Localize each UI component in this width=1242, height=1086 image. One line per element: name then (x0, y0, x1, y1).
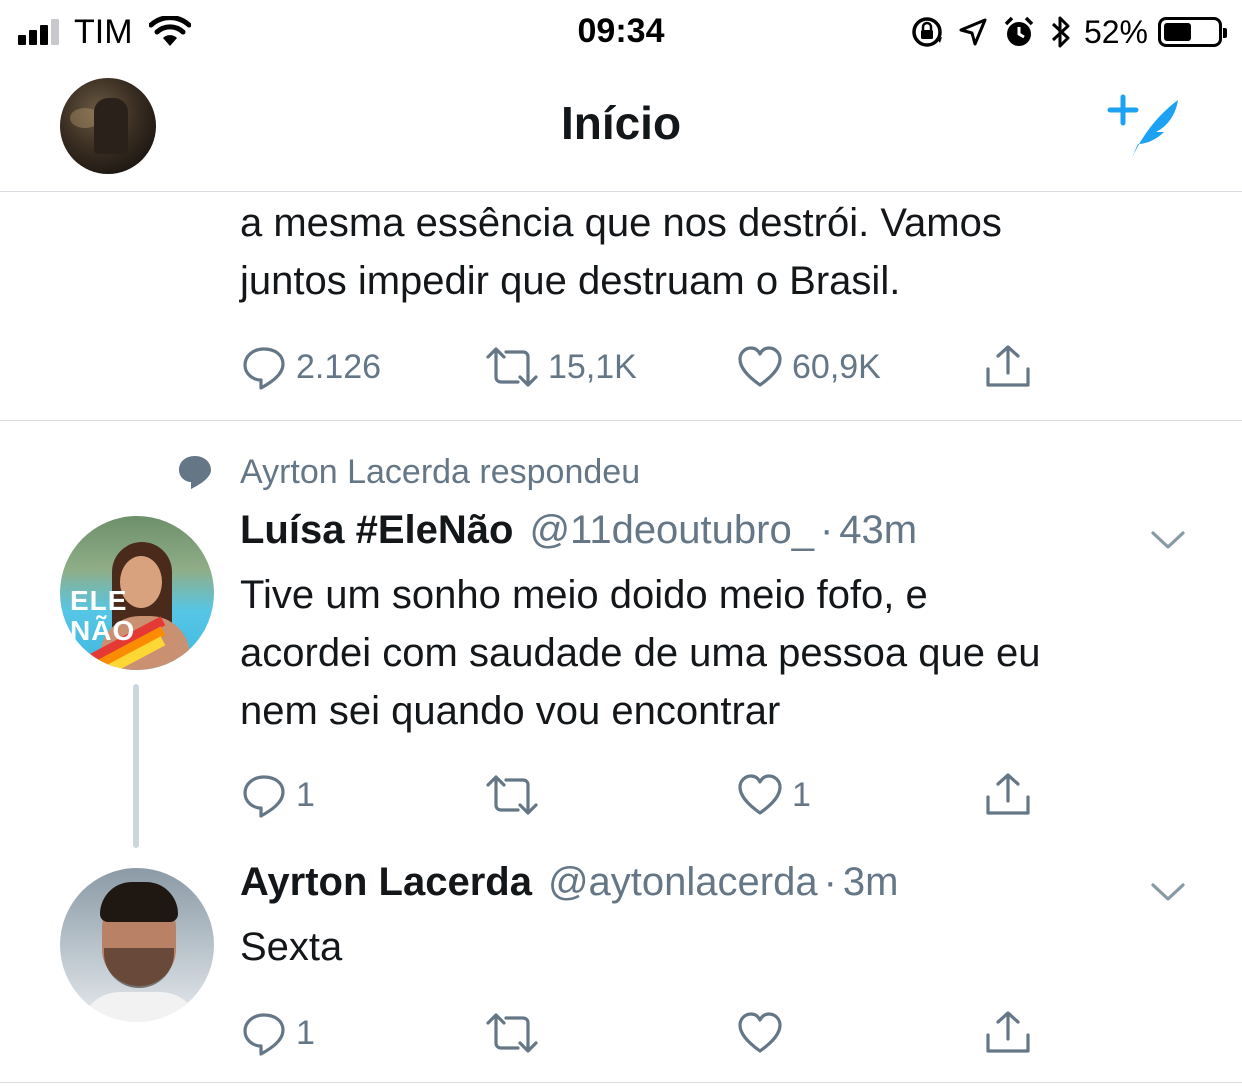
heart-icon (738, 1012, 782, 1053)
tweet-header: Luísa #EleNão @11deoutubro_ · 43m (240, 508, 917, 564)
battery-percent: 52% (1083, 13, 1148, 50)
chevron-down-icon[interactable] (1150, 528, 1186, 552)
tweet-line: Tive um sonho meio doido meio fofo, e (240, 573, 928, 617)
reply-icon (243, 347, 285, 390)
chevron-down-icon[interactable] (1150, 880, 1186, 904)
social-context[interactable]: Ayrton Lacerda respondeu (176, 448, 640, 496)
share-icon (986, 773, 1030, 815)
display-name[interactable]: Luísa #EleNão (240, 508, 513, 553)
battery-icon (1158, 17, 1227, 47)
timestamp: 43m (839, 508, 918, 552)
share-button[interactable] (984, 1008, 1032, 1058)
tweet-line: acordei com saudade de uma pessoa que eu (240, 631, 1041, 675)
social-context-text: Ayrton Lacerda respondeu (240, 452, 641, 491)
retweet-button[interactable] (484, 1008, 540, 1058)
tweet-text[interactable]: a mesma essência que nos destrói. Vamos … (240, 194, 1002, 310)
reply-count: 2.126 (296, 347, 382, 386)
tweet-line: juntos impedir que destruam o Brasil. (240, 259, 901, 303)
orientation-lock-icon (910, 15, 944, 49)
nav-bar: Início (0, 64, 1242, 192)
like-button[interactable] (736, 1008, 784, 1058)
share-icon (986, 345, 1030, 387)
avatar-badge: ELE NÃO (70, 586, 135, 646)
divider (0, 420, 1242, 421)
retweet-icon (486, 347, 538, 387)
display-name[interactable]: Ayrton Lacerda (240, 860, 532, 905)
separator-dot: · (823, 860, 837, 904)
avatar[interactable] (60, 868, 214, 1022)
tweet-actions: 1 1 (240, 770, 1040, 820)
tweet-actions: 2.126 15,1K 60,9K (240, 342, 1040, 392)
reply-button[interactable]: 1 (240, 770, 315, 820)
tweet-actions: 1 (240, 1008, 1040, 1058)
share-button[interactable] (984, 770, 1032, 820)
tweet-text[interactable]: Sexta (240, 918, 342, 976)
divider (0, 1082, 1242, 1083)
tweet-line: a mesma essência que nos destrói. Vamos (240, 201, 1002, 245)
reply-bubble-icon (179, 456, 211, 489)
status-right: 52% (896, 10, 1227, 54)
retweet-button[interactable] (484, 770, 540, 820)
timestamp: 3m (842, 860, 899, 904)
bluetooth-icon (1050, 14, 1072, 50)
thread-line (133, 684, 139, 848)
reply-count: 1 (296, 1013, 315, 1052)
tweet-line: Sexta (240, 925, 343, 969)
reply-icon (243, 775, 285, 818)
tweet-text[interactable]: Tive um sonho meio doido meio fofo, e ac… (240, 566, 1041, 740)
tweet-header: Ayrton Lacerda @aytonlacerda · 3m (240, 860, 899, 916)
battery-level (1164, 23, 1192, 41)
avatar[interactable]: ELE NÃO (60, 516, 214, 670)
reply-icon (243, 1013, 285, 1056)
status-bar: TIM 09:34 52% (0, 0, 1242, 64)
separator-dot: · (819, 508, 834, 552)
reply-count: 1 (296, 775, 315, 814)
like-count: 60,9K (792, 347, 881, 386)
like-count: 1 (792, 775, 811, 814)
reply-button[interactable]: 2.126 (240, 342, 381, 392)
user-handle[interactable]: @aytonlacerda (548, 860, 818, 905)
avatar-badge-line: NÃO (70, 615, 136, 646)
like-button[interactable]: 1 (736, 770, 811, 820)
like-button[interactable]: 60,9K (736, 342, 881, 392)
retweet-icon (486, 1013, 538, 1053)
compose-tweet-icon[interactable] (1106, 92, 1186, 164)
reply-button[interactable]: 1 (240, 1008, 315, 1058)
retweet-icon (486, 775, 538, 815)
alarm-icon (1002, 15, 1036, 49)
heart-icon (738, 774, 782, 815)
tweet-line: nem sei quando vou encontrar (240, 689, 781, 733)
retweet-button[interactable]: 15,1K (484, 342, 637, 392)
user-handle[interactable]: @11deoutubro_ (529, 508, 814, 553)
retweet-count: 15,1K (548, 347, 637, 386)
avatar-badge-line: ELE (70, 585, 128, 616)
page-title: Início (560, 97, 682, 149)
share-button[interactable] (984, 342, 1032, 392)
heart-icon (738, 346, 782, 387)
location-icon (958, 17, 988, 47)
share-icon (986, 1011, 1030, 1053)
